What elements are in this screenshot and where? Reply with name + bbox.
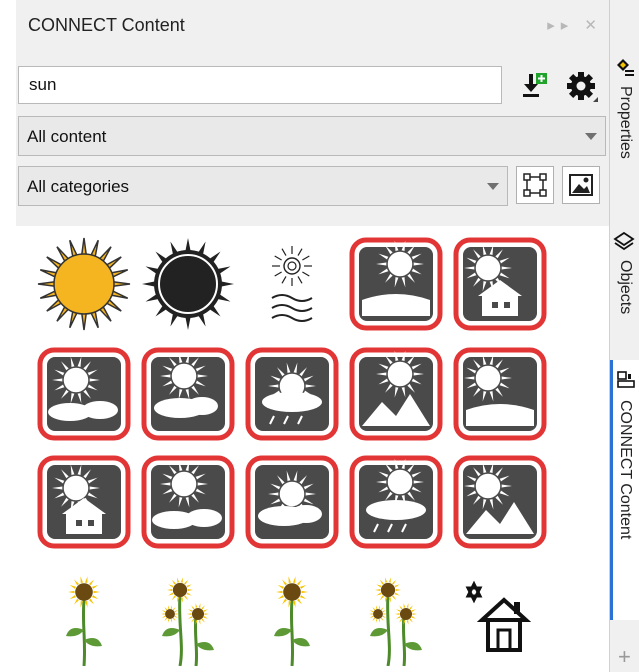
chevron-down-icon xyxy=(487,183,499,190)
gear-icon xyxy=(567,72,598,102)
result-tile-sun-bright[interactable] xyxy=(244,454,340,550)
layers-icon xyxy=(613,231,635,251)
import-button[interactable] xyxy=(516,68,552,104)
sun-ship-clouds-icon xyxy=(453,347,547,441)
result-tile-sun-over-hills[interactable] xyxy=(140,346,236,442)
add-docker-icon[interactable]: + xyxy=(618,644,631,670)
result-tile-sun-yellow[interactable] xyxy=(36,236,132,332)
result-tile-star-house[interactable] xyxy=(452,570,548,666)
tab-properties[interactable]: Properties xyxy=(610,56,639,196)
tab-connect-content[interactable]: CONNECT Content xyxy=(610,360,639,620)
sun-partly-cloudy-icon xyxy=(453,455,547,549)
sunflower-group-1-icon xyxy=(66,576,102,666)
properties-icon xyxy=(617,59,634,76)
result-tile-sun-behind-clouds-1[interactable] xyxy=(348,236,444,332)
results-grid xyxy=(16,226,609,672)
settings-button[interactable] xyxy=(562,66,602,106)
import-download-icon xyxy=(523,73,547,97)
connect-icon xyxy=(617,371,635,388)
tab-properties-label: Properties xyxy=(617,86,634,159)
sun-over-hills-icon xyxy=(141,347,235,441)
result-tile-sun-clouds-rain[interactable] xyxy=(36,346,132,442)
result-tile-sun-house[interactable] xyxy=(140,454,236,550)
content-filter-dropdown[interactable]: All content xyxy=(18,116,606,156)
result-tile-sunflower-group-2[interactable] xyxy=(244,570,340,666)
docker-tab-strip: Properties Objects CONNECT Content + xyxy=(610,0,639,672)
sun-cloud-bank-icon xyxy=(349,455,443,549)
sun-over-waves-icon xyxy=(271,246,313,322)
tab-connect-label: CONNECT Content xyxy=(617,400,634,540)
image-icon xyxy=(569,174,593,196)
bounding-box-icon xyxy=(523,173,547,197)
sun-behind-clouds-1-icon xyxy=(349,237,443,331)
title-buttons: ▸▸ ✕ xyxy=(547,16,603,34)
result-tile-sun-mountains-1[interactable] xyxy=(244,346,340,442)
sun-black-icon xyxy=(142,238,234,330)
expand-icon[interactable]: ▸▸ xyxy=(547,17,574,34)
result-tile-sunflower-group-1[interactable] xyxy=(36,570,132,666)
result-tile-sun-mountains-2[interactable] xyxy=(348,346,444,442)
sun-clouds-rain-icon xyxy=(37,347,131,441)
sun-mountains-1-icon xyxy=(245,347,339,441)
result-tile-sun-partly-cloudy[interactable] xyxy=(452,454,548,550)
content-filter-value: All content xyxy=(27,127,107,146)
tab-objects-label: Objects xyxy=(617,260,634,315)
tab-objects[interactable]: Objects xyxy=(610,230,639,350)
result-tile-sun-black[interactable] xyxy=(140,236,236,332)
sun-mountains-2-icon xyxy=(349,347,443,441)
result-tile-sunset-horizon[interactable] xyxy=(36,454,132,550)
sun-behind-clouds-2-icon xyxy=(453,237,547,331)
result-tile-sun-behind-clouds-2[interactable] xyxy=(452,236,548,332)
sunflower-single-2-icon xyxy=(369,577,422,666)
panel-title-bar: CONNECT Content ▸▸ ✕ xyxy=(16,0,609,50)
chevron-down-icon xyxy=(585,133,597,140)
sunflower-single-1-icon xyxy=(161,577,214,666)
connect-content-panel: CONNECT Content ▸▸ ✕ sun All content All… xyxy=(0,0,610,672)
sun-house-icon xyxy=(141,455,235,549)
result-tile-sun-cloud-bank[interactable] xyxy=(348,454,444,550)
result-tile-sunflower-single-1[interactable] xyxy=(140,570,236,666)
result-tile-sunflower-single-2[interactable] xyxy=(348,570,444,666)
sunflower-group-2-icon xyxy=(274,576,310,666)
close-icon[interactable]: ✕ xyxy=(584,17,603,34)
bitmap-button[interactable] xyxy=(562,166,600,204)
sunset-horizon-icon xyxy=(37,455,131,549)
category-filter-value: All categories xyxy=(27,177,130,196)
panel-title: CONNECT Content xyxy=(28,15,185,35)
result-tile-sun-ship-clouds[interactable] xyxy=(452,346,548,442)
sun-yellow-icon xyxy=(37,237,131,331)
category-filter-dropdown[interactable]: All categories xyxy=(18,166,508,206)
bounding-box-button[interactable] xyxy=(516,166,554,204)
search-input[interactable] xyxy=(27,67,491,103)
result-tile-sun-over-waves[interactable] xyxy=(244,236,340,332)
search-field[interactable] xyxy=(18,66,502,104)
panel-left-edge xyxy=(0,0,16,672)
star-house-icon xyxy=(465,580,532,652)
sun-bright-icon xyxy=(245,455,339,549)
